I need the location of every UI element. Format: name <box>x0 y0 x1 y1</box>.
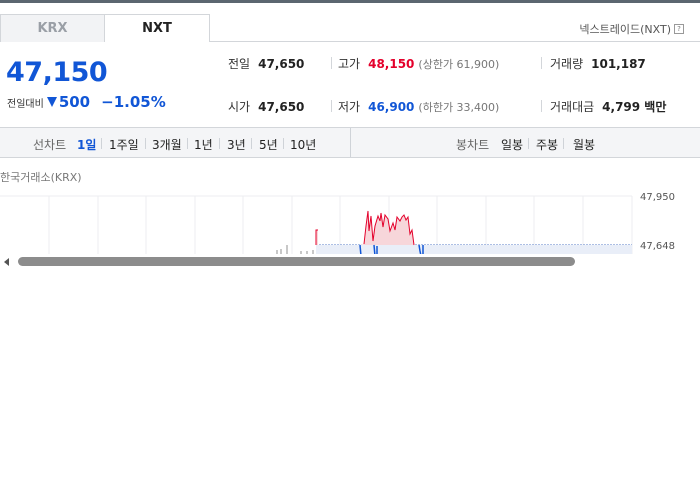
stat-label: 저가 <box>338 100 361 114</box>
period-5y[interactable]: 5년 <box>259 136 278 153</box>
market-tabs: KRX NXT <box>0 14 210 42</box>
period-3m[interactable]: 3개월 <box>152 136 182 153</box>
stat-label: 시가 <box>228 100 251 114</box>
tab-nxt[interactable]: NXT <box>105 14 210 42</box>
stat-label: 전일 <box>228 57 251 71</box>
scroll-thumb[interactable] <box>18 257 575 266</box>
scroll-left-arrow-icon[interactable] <box>4 258 9 266</box>
chart-toolbar: 선차트 1일 1주일 3개월 1년 3년 5년 10년 봉차트 일봉 주봉 월봉 <box>0 127 700 158</box>
candle-daily[interactable]: 일봉 <box>501 136 523 153</box>
divider <box>187 138 188 149</box>
stat-value: 101,187 <box>591 57 646 71</box>
stat-volume: 거래량 101,187 <box>550 55 646 72</box>
stat-value: 48,150 <box>368 57 415 71</box>
divider <box>563 138 564 149</box>
stat-value: 47,650 <box>258 100 305 114</box>
period-1w[interactable]: 1주일 <box>109 136 139 153</box>
stat-label: 고가 <box>338 57 361 71</box>
tab-krx[interactable]: KRX <box>0 14 105 42</box>
change-rate: −1.05% <box>101 93 166 111</box>
stat-open: 시가 47,650 <box>228 98 304 115</box>
line-chart-label: 선차트 <box>33 138 67 152</box>
period-1d[interactable]: 1일 <box>77 136 96 153</box>
divider <box>541 57 542 69</box>
nextrade-label: 넥스트레이드(NXT) <box>579 23 671 36</box>
change-label: 전일대비 <box>7 98 44 110</box>
y-label-high: 47,950 <box>640 192 675 203</box>
divider <box>331 57 332 69</box>
divider <box>331 100 332 112</box>
upper-limit: (상한가 61,900) <box>418 58 500 71</box>
chart-title: 한국거래소(KRX) <box>0 171 82 184</box>
stat-value: 4,799 백만 <box>602 100 667 114</box>
candle-monthly[interactable]: 월봉 <box>573 136 595 153</box>
current-price: 47,150 <box>6 57 108 88</box>
divider <box>541 100 542 112</box>
price-change: 전일대비 500 −1.05% <box>7 93 166 111</box>
top-border <box>0 0 700 3</box>
divider <box>283 138 284 149</box>
divider <box>528 138 529 149</box>
toolbar-separator <box>350 128 351 157</box>
period-10y[interactable]: 10년 <box>290 136 316 153</box>
divider <box>101 138 102 149</box>
stat-value: 46,900 <box>368 100 415 114</box>
stat-low: 저가 46,900 (하한가 33,400) <box>338 98 499 115</box>
stat-prev-close: 전일 47,650 <box>228 55 304 72</box>
stat-value: 47,650 <box>258 57 305 71</box>
up-area <box>316 211 414 245</box>
candle-weekly[interactable]: 주봉 <box>536 136 558 153</box>
period-1y[interactable]: 1년 <box>194 136 213 153</box>
intraday-chart: 47,950 47,648 <box>0 192 675 256</box>
divider <box>251 138 252 149</box>
y-label-base: 47,648 <box>640 241 675 252</box>
period-3y[interactable]: 3년 <box>227 136 246 153</box>
divider <box>219 138 220 149</box>
stat-label: 거래량 <box>550 57 584 71</box>
nextrade-link[interactable]: 넥스트레이드(NXT) ? <box>579 21 684 37</box>
help-question-icon[interactable]: ? <box>674 24 684 34</box>
down-triangle-icon <box>46 97 57 107</box>
divider <box>145 138 146 149</box>
candle-chart-label: 봉차트 <box>456 138 490 152</box>
stat-high: 고가 48,150 (상한가 61,900) <box>338 55 499 72</box>
tabs-divider <box>209 41 700 42</box>
stat-amount: 거래대금 4,799 백만 <box>550 98 666 115</box>
change-value: 500 <box>58 93 91 111</box>
stat-label: 거래대금 <box>550 100 595 114</box>
lower-limit: (하한가 33,400) <box>418 101 500 114</box>
